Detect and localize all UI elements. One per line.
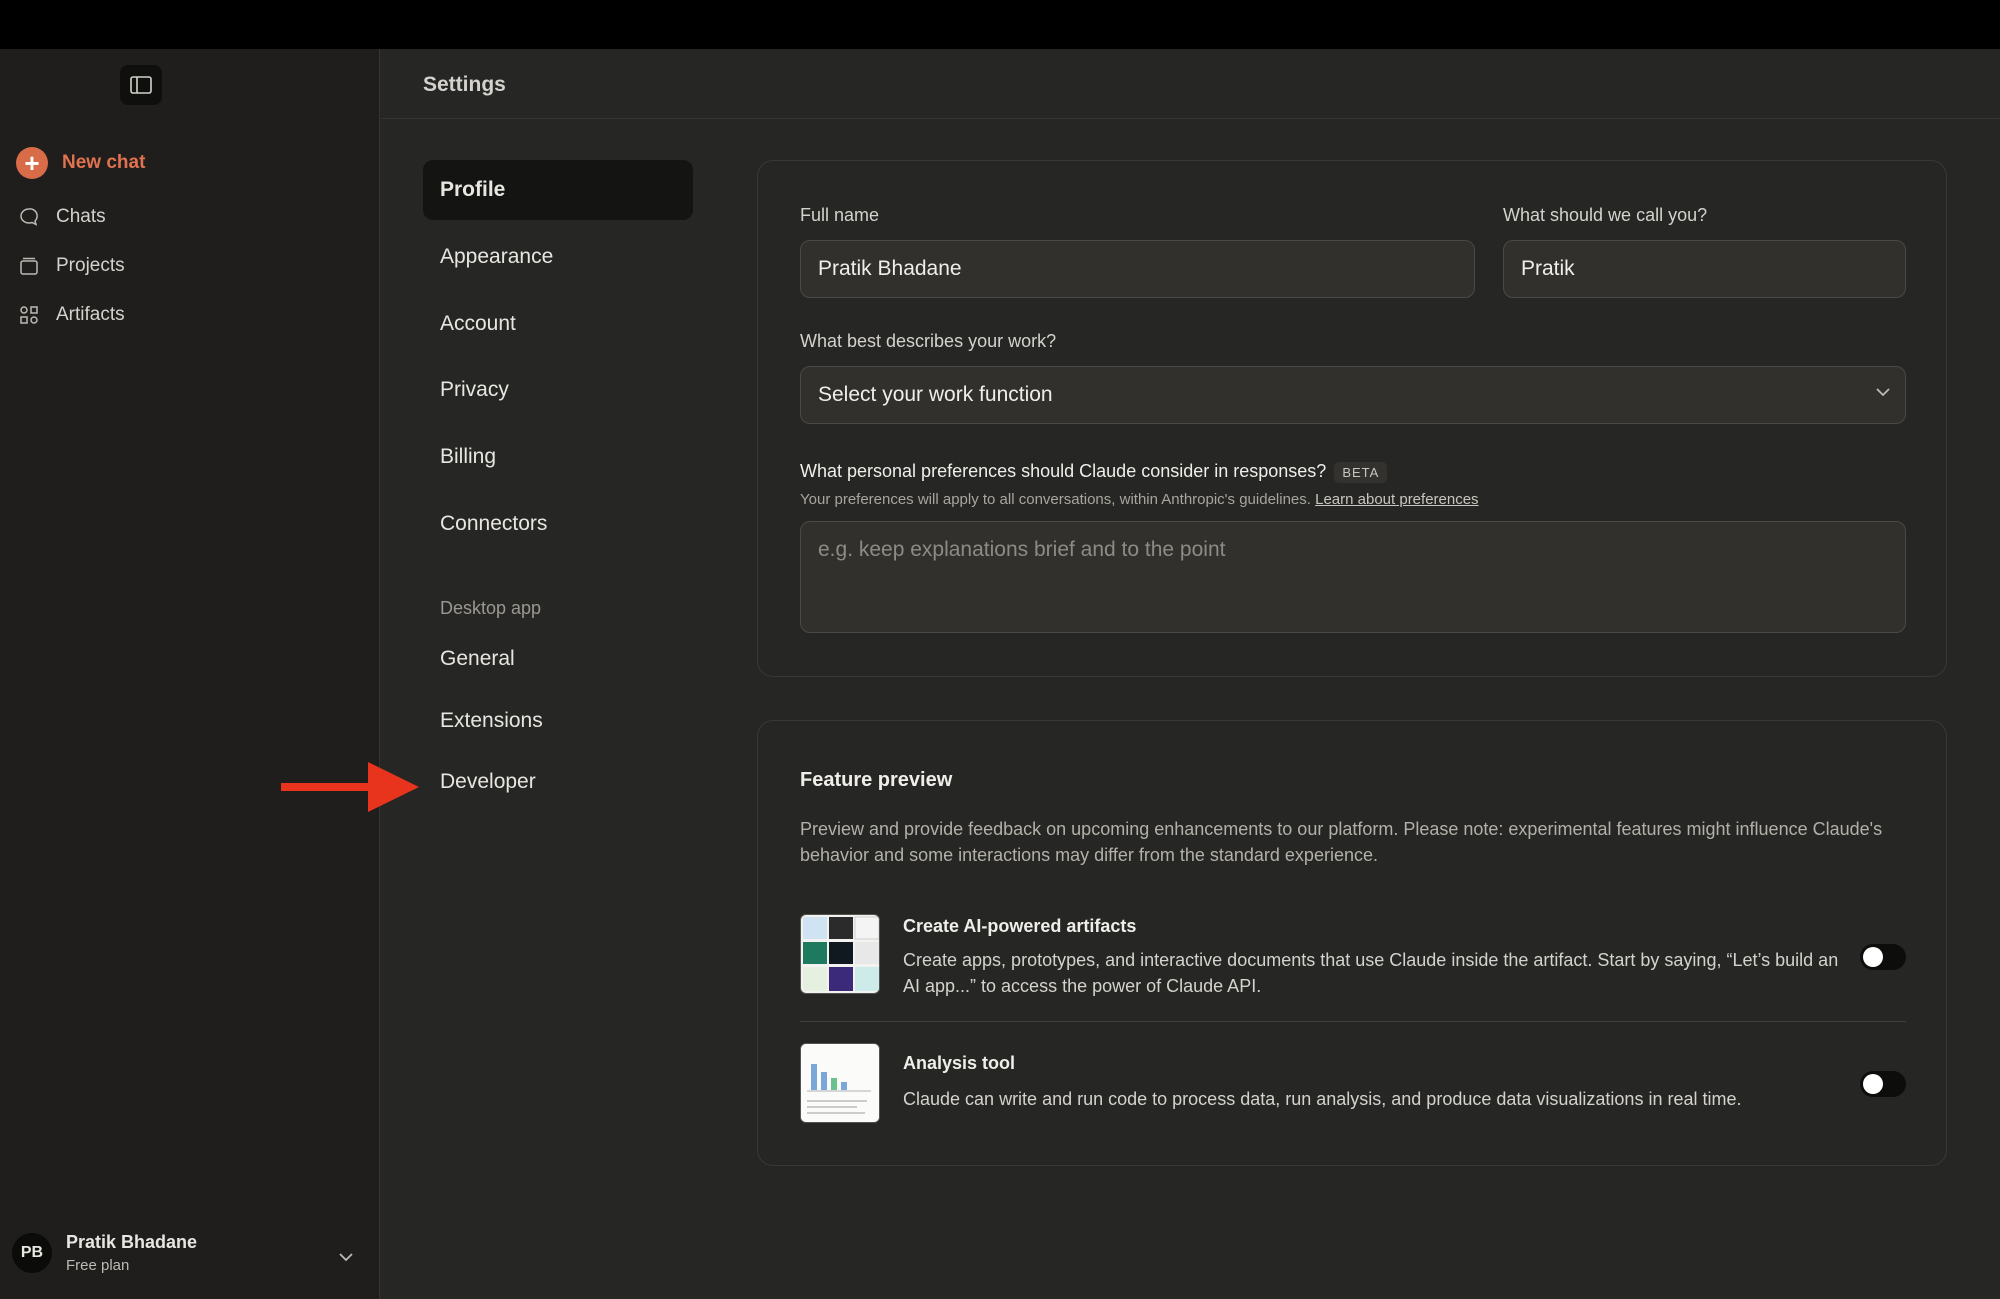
full-name-label: Full name [800,205,880,225]
sidebar-item-artifacts[interactable]: Artifacts [16,297,125,333]
feature-divider [800,1021,1906,1022]
analysis-tool-toggle[interactable] [1860,1071,1906,1097]
sidebar-item-label: Projects [56,255,125,276]
settings-nav-extensions[interactable]: Extensions [423,691,693,751]
feature-title: Create AI-powered artifacts [903,916,1137,936]
left-sidebar: + New chat Chats Projects Artifacts PB P… [0,49,380,1299]
annotation-arrow-icon [281,762,419,812]
settings-nav-privacy[interactable]: Privacy [423,360,693,420]
work-function-select[interactable]: Select your work function [800,366,1906,424]
sidebar-item-label: Chats [56,206,106,227]
chat-bubble-icon [16,204,42,230]
nickname-label: What should we call you? [1503,205,1708,225]
profile-card: Full name Pratik Bhadane What should we … [757,160,1947,677]
user-menu[interactable]: PB Pratik Bhadane Free plan [12,1232,197,1274]
sidebar-toggle-button[interactable] [120,65,162,105]
desktop-app-section-label: Desktop app [440,598,542,618]
beta-badge: BETA [1334,461,1388,483]
artifacts-icon [16,302,42,328]
nickname-field[interactable]: Pratik [1503,240,1906,298]
settings-nav-appearance[interactable]: Appearance [423,227,693,287]
chevron-down-icon [1876,388,1890,397]
sidebar-item-projects[interactable]: Projects [16,248,125,284]
sidebar-item-chats[interactable]: Chats [16,199,106,235]
settings-nav-developer[interactable]: Developer [423,752,693,812]
feature-title: Analysis tool [903,1053,1016,1073]
new-chat-button[interactable]: + New chat [16,145,145,181]
folder-icon [16,253,42,279]
work-function-label: What best describes your work? [800,331,1057,351]
preferences-subtext: Your preferences will apply to all conve… [800,491,1479,508]
settings-nav-billing[interactable]: Billing [423,427,693,487]
preferences-label: What personal preferences should Claude … [800,461,1327,481]
settings-nav-profile[interactable]: Profile [423,160,693,220]
user-name: Pratik Bhadane [66,1232,198,1252]
preferences-label-row: What personal preferences should Claude … [800,461,1388,483]
ai-artifacts-toggle[interactable] [1860,944,1906,970]
page-title: Settings [423,73,506,96]
window-top-bar [0,0,2000,49]
chevron-down-icon[interactable] [338,1252,354,1262]
feature-ai-artifacts: Create AI-powered artifacts Create apps,… [800,914,1906,1004]
plus-icon: + [16,147,48,179]
preferences-textarea[interactable]: e.g. keep explanations brief and to the … [800,521,1906,633]
full-name-field[interactable]: Pratik Bhadane [800,240,1475,298]
page-header: Settings [381,49,2000,119]
new-chat-label: New chat [62,152,146,173]
avatar: PB [12,1233,52,1273]
settings-nav-general[interactable]: General [423,629,693,689]
feature-preview-title: Feature preview [800,769,953,791]
learn-about-preferences-link[interactable]: Learn about preferences [1315,491,1478,508]
feature-description: Claude can write and run code to process… [903,1089,1742,1109]
feature-description: Create apps, prototypes, and interactive… [903,950,1839,996]
preferences-note: Your preferences will apply to all conve… [800,491,1311,508]
settings-nav-account[interactable]: Account [423,294,693,354]
feature-analysis-tool: Analysis tool Claude can write and run c… [800,1043,1906,1123]
analysis-thumbnail-icon [800,1043,880,1123]
user-plan: Free plan [66,1257,130,1274]
sidebar-panel-icon [130,76,152,94]
feature-preview-description: Preview and provide feedback on upcoming… [800,819,1883,865]
feature-preview-card: Feature preview Preview and provide feed… [757,720,1947,1166]
artifacts-thumbnail-icon [800,914,880,994]
settings-nav-connectors[interactable]: Connectors [423,494,693,554]
work-function-value: Select your work function [818,383,1053,406]
sidebar-item-label: Artifacts [56,304,125,325]
